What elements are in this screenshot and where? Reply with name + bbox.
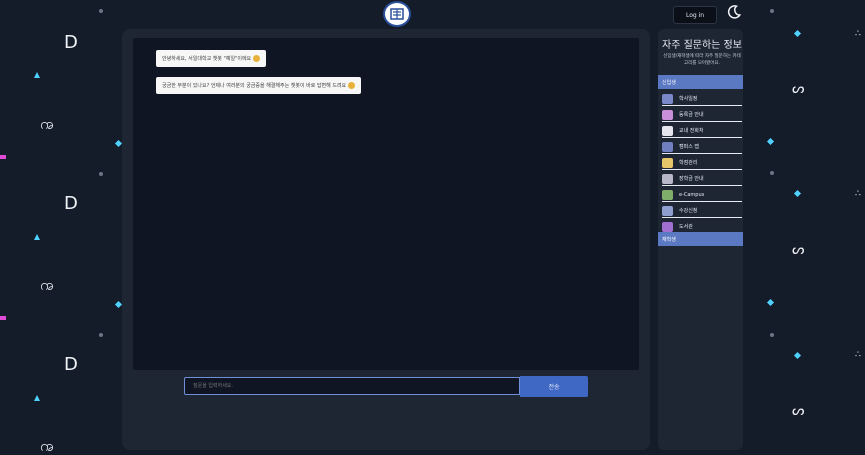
monitor-icon	[662, 189, 673, 200]
library-icon	[662, 221, 673, 232]
diamond-icon	[766, 137, 775, 146]
star-dot	[99, 9, 103, 13]
moon-glyph-icon: D	[64, 193, 78, 214]
faq-item-label: 학점관리	[679, 160, 698, 166]
faq-item-ecampus[interactable]: e-Campus	[662, 188, 742, 202]
triangle-icon	[34, 395, 40, 401]
faq-item-registration[interactable]: 수강신청	[662, 204, 742, 218]
chat-panel: 안녕하세요, 서일대학교 챗봇 "예일"이에요 궁금한 부분이 있나요? 언제나…	[122, 29, 650, 450]
university-seal-icon[interactable]	[383, 1, 411, 27]
star-dot	[99, 333, 103, 337]
wave-icon: ᔕ	[792, 403, 805, 419]
faq-item-label: 수강신청	[679, 208, 698, 214]
scholarship-icon	[662, 173, 673, 184]
moon-icon[interactable]	[726, 4, 742, 20]
grade-icon	[662, 157, 673, 168]
dots-icon: ∴	[855, 29, 861, 39]
faq-item-scholarship[interactable]: 장학금 안내	[662, 172, 742, 186]
spiral-icon: ꩠ	[40, 276, 54, 294]
wave-icon: ᔕ	[792, 242, 805, 258]
faq-item-label: 교내 전화처	[679, 128, 704, 134]
bot-message-greeting: 안녕하세요, 서일대학교 챗봇 "예일"이에요	[156, 50, 267, 67]
tuition-icon	[662, 109, 673, 120]
bot-message-text: 안녕하세요, 서일대학교 챗봇 "예일"이에요	[162, 56, 252, 62]
bot-message-help: 궁금한 부분이 있나요? 언제나 여러분의 궁금증을 해결해주는 챗봇이 바로 …	[156, 77, 362, 94]
bot-message-text: 궁금한 부분이 있나요? 언제나 여러분의 궁금증을 해결해주는 챗봇이 바로 …	[162, 83, 347, 89]
faq-item-campus-map[interactable]: 캠퍼스 맵	[662, 140, 742, 154]
triangle-icon	[34, 234, 40, 240]
diamond-icon	[114, 300, 123, 309]
star-dot	[99, 172, 103, 176]
pink-mark	[0, 155, 6, 159]
star-dot	[770, 171, 774, 175]
diamond-icon	[793, 351, 802, 360]
faq-item-label: e-Campus	[679, 191, 705, 198]
faq-item-phone[interactable]: 교내 전화처	[662, 124, 742, 138]
faq-description: 신입생/재학생에 따라 자주 질문하는 카테고리를 모아봤어요.	[663, 54, 741, 66]
diamond-icon	[114, 139, 123, 148]
faq-item-label: 장학금 안내	[679, 176, 704, 182]
dots-icon: ∴	[855, 350, 861, 360]
pink-mark	[0, 316, 6, 320]
smile-emoji-icon	[348, 82, 356, 89]
login-button[interactable]: Log in	[673, 6, 717, 24]
smile-emoji-icon	[253, 55, 261, 62]
phone-icon	[662, 125, 673, 136]
wave-icon: ᔕ	[792, 81, 805, 97]
spiral-icon: ꩠ	[40, 437, 54, 455]
spiral-icon: ꩠ	[40, 115, 54, 133]
moon-glyph-icon: D	[64, 354, 78, 375]
faq-item-label: 학사일정	[679, 96, 698, 102]
faq-item-label: 도서관	[679, 224, 693, 230]
faq-item-grades[interactable]: 학점관리	[662, 156, 742, 170]
chat-message-area: 안녕하세요, 서일대학교 챗봇 "예일"이에요 궁금한 부분이 있나요? 언제나…	[133, 38, 639, 370]
diamond-icon	[793, 29, 802, 38]
diamond-icon	[793, 189, 802, 198]
registration-icon	[662, 205, 673, 216]
category-new-students[interactable]: 신입생	[658, 75, 743, 89]
faq-item-tuition[interactable]: 등록금 안내	[662, 108, 742, 122]
faq-item-label: 캠퍼스 맵	[679, 144, 699, 150]
faq-title: 자주 질문하는 정보	[662, 40, 742, 51]
dots-icon: ∴	[855, 189, 861, 199]
star-dot	[770, 9, 774, 13]
moon-glyph-icon: D	[64, 32, 78, 53]
star-dot	[770, 333, 774, 337]
send-button[interactable]: 전송	[520, 376, 588, 397]
triangle-icon	[34, 72, 40, 78]
chat-input[interactable]	[184, 377, 520, 395]
map-icon	[662, 141, 673, 152]
faq-item-label: 등록금 안내	[679, 112, 704, 118]
category-current-students[interactable]: 재학생	[658, 232, 743, 246]
calendar-icon	[662, 93, 673, 104]
faq-item-academic-calendar[interactable]: 학사일정	[662, 92, 742, 106]
faq-panel: 자주 질문하는 정보 신입생/재학생에 따라 자주 질문하는 카테고리를 모아봤…	[658, 29, 743, 450]
diamond-icon	[766, 298, 775, 307]
